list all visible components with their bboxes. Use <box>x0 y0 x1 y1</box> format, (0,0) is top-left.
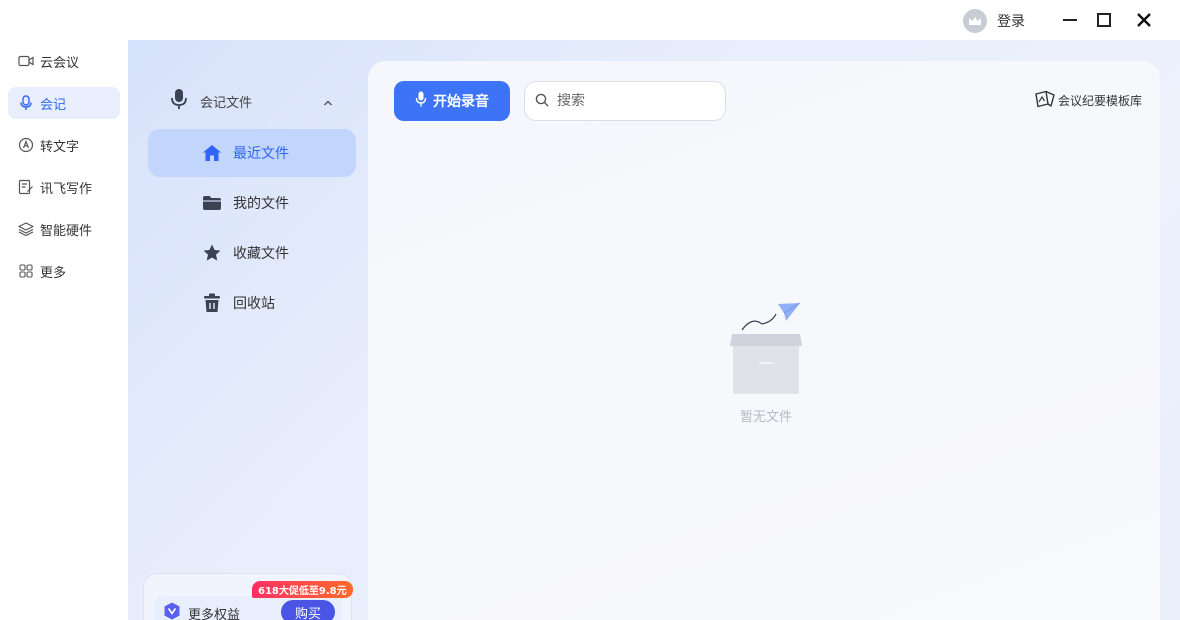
subnav-item-label: 收藏文件 <box>233 246 289 262</box>
start-recording-button[interactable]: 开始录音 <box>394 81 510 121</box>
title-bar: 登录 <box>0 0 1180 40</box>
nav-item-label: 智能硬件 <box>40 223 93 239</box>
subnav-item-my-files[interactable]: 我的文件 <box>148 179 356 227</box>
close-button[interactable] <box>1134 10 1154 30</box>
subnav-item-trash[interactable]: 回收站 <box>148 279 356 327</box>
primary-nav <box>0 40 128 620</box>
grid-icon <box>18 263 34 279</box>
nav-item-cloud-meeting[interactable]: 云会议 <box>8 45 120 77</box>
video-camera-icon <box>18 53 34 69</box>
search-input[interactable] <box>557 93 707 109</box>
empty-box-illustration <box>726 300 806 400</box>
subnav-header-label: 会记文件 <box>200 95 253 111</box>
buy-button[interactable]: 购买 <box>281 600 335 620</box>
minimize-button[interactable] <box>1060 10 1080 30</box>
template-library-label: 会议纪要模板库 <box>1058 94 1143 108</box>
nav-item-label: 更多 <box>40 265 67 281</box>
subnav-item-favorites[interactable]: 收藏文件 <box>148 229 356 277</box>
microphone-icon <box>170 88 188 114</box>
start-recording-label: 开始录音 <box>433 94 489 110</box>
nav-item-transcribe[interactable]: 转文字 <box>8 129 120 161</box>
trash-icon <box>202 293 222 313</box>
text-convert-icon <box>18 137 34 153</box>
promo-label: 更多权益 <box>188 607 241 620</box>
minimize-icon <box>1063 19 1077 21</box>
vip-badge-icon <box>164 602 180 620</box>
home-icon <box>202 143 222 163</box>
star-icon <box>202 243 222 263</box>
template-library-link[interactable]: 会议纪要模板库 <box>1034 90 1142 111</box>
promo-badge: 618大促低至9.8元 <box>252 581 353 598</box>
search-icon <box>535 92 549 111</box>
subnav-header[interactable]: 会记文件 <box>170 88 252 114</box>
subnav-item-label: 最近文件 <box>233 146 289 162</box>
nav-item-hardware[interactable]: 智能硬件 <box>8 213 120 245</box>
nav-item-meeting-notes[interactable]: 会记 <box>8 87 120 119</box>
microphone-icon <box>18 95 34 111</box>
microphone-icon <box>415 91 427 111</box>
layers-icon <box>18 221 34 237</box>
folder-icon <box>202 193 222 213</box>
nav-item-more[interactable]: 更多 <box>8 255 120 287</box>
close-icon <box>1137 13 1151 27</box>
search-box[interactable] <box>524 81 726 121</box>
nav-item-label: 云会议 <box>40 55 80 71</box>
nav-item-writing[interactable]: 讯飞写作 <box>8 171 120 203</box>
empty-state-text: 暂无文件 <box>739 410 792 425</box>
nav-item-label: 转文字 <box>40 139 80 155</box>
edit-document-icon <box>18 179 34 195</box>
maximize-icon <box>1097 13 1111 27</box>
template-library-icon <box>1034 90 1056 111</box>
login-label: 登录 <box>997 14 1025 30</box>
nav-item-label: 讯飞写作 <box>40 181 93 197</box>
chevron-up-icon[interactable] <box>322 94 334 113</box>
maximize-button[interactable] <box>1094 10 1114 30</box>
login-button[interactable]: 登录 <box>963 9 1025 33</box>
avatar-icon <box>963 9 987 33</box>
subnav-item-recent[interactable]: 最近文件 <box>148 129 356 177</box>
subnav-item-label: 我的文件 <box>233 196 289 212</box>
subnav-item-label: 回收站 <box>233 296 275 312</box>
nav-item-label: 会记 <box>40 97 67 113</box>
